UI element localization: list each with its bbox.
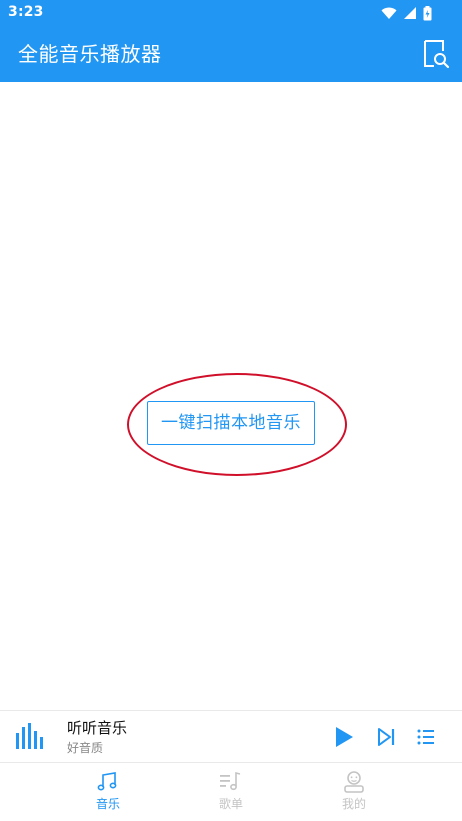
status-bar: 3:23 [0,0,462,26]
play-icon [336,727,353,747]
queue-list-icon [417,729,434,745]
tab-playlist[interactable]: 歌单 [201,771,261,812]
tab-profile[interactable]: 我的 [324,771,384,812]
search-button[interactable] [422,39,450,69]
cellular-signal-icon [404,7,416,19]
tab-profile-label: 我的 [341,797,366,811]
scan-local-music-button[interactable]: 一键扫描本地音乐 [147,401,315,445]
skip-next-icon [378,728,395,746]
file-search-icon [424,40,450,69]
next-button[interactable] [376,725,398,749]
now-playing-subtitle: 好音质 [67,741,104,755]
status-time: 3:23 [8,4,44,20]
music-note-icon [97,772,117,791]
status-icons [381,5,432,21]
tab-music[interactable]: 音乐 [78,771,138,812]
playlist-icon [220,771,241,791]
now-playing-title: 听听音乐 [67,719,128,737]
page-title: 全能音乐播放器 [18,42,162,66]
play-button[interactable] [333,725,355,749]
bottom-navigation: 音乐 歌单 我的 [0,763,462,821]
profile-icon [344,771,364,793]
screen: 3:23 全能音乐播放器 一键扫描本地音乐 听听音乐 好音质 音乐 歌单 我的 [0,0,462,821]
mini-player[interactable]: 听听音乐 好音质 [0,710,462,763]
wifi-icon [381,7,397,19]
tab-playlist-label: 歌单 [218,797,243,811]
queue-button[interactable] [416,725,438,749]
battery-icon [423,5,432,20]
equalizer-bars-icon [16,723,43,749]
top-app-bar: 3:23 全能音乐播放器 [0,0,462,82]
tab-music-label: 音乐 [95,797,120,811]
